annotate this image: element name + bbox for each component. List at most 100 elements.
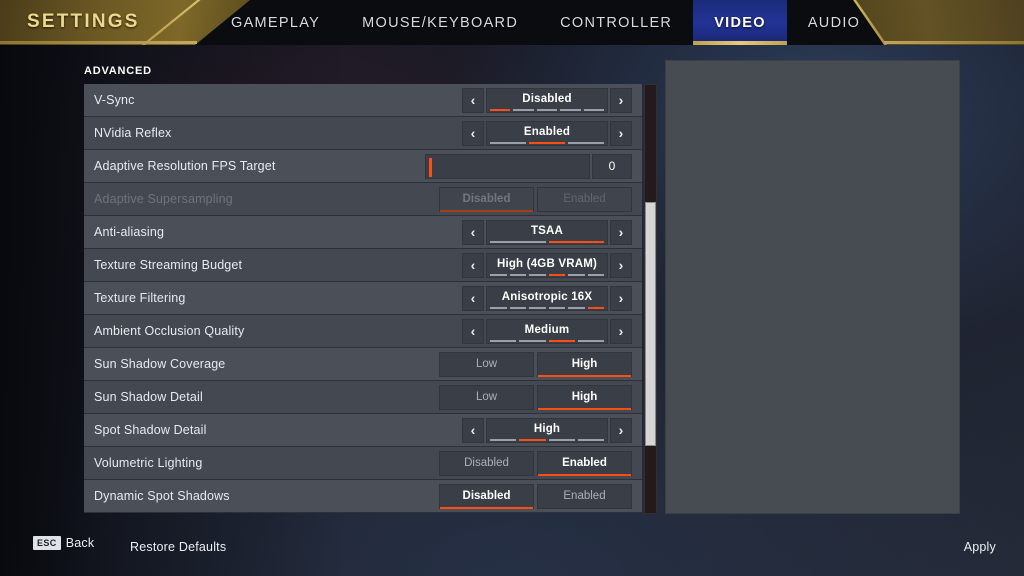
level-segment — [577, 438, 604, 441]
setting-row: Adaptive Resolution FPS Target 0 — [84, 150, 642, 183]
chevron-left-icon[interactable]: ‹ — [462, 120, 484, 146]
spinner-value: High (4GB VRAM) — [496, 257, 598, 270]
spinner-control: ‹ Disabled › — [462, 84, 642, 117]
toggle-option[interactable]: Enabled — [537, 450, 632, 476]
spinner-value-box[interactable]: Anisotropic 16X — [486, 285, 608, 311]
level-segment — [548, 438, 575, 441]
chevron-left-icon[interactable]: ‹ — [462, 285, 484, 311]
toggle-option[interactable]: High — [537, 384, 632, 410]
setting-label: Dynamic Spot Shadows — [94, 489, 230, 503]
chevron-right-icon[interactable]: › — [610, 87, 632, 113]
toggle-option[interactable]: Disabled — [439, 450, 534, 476]
toggle-option: Disabled — [439, 186, 534, 212]
level-segment — [490, 273, 507, 276]
level-segment — [490, 141, 526, 144]
slider-track[interactable] — [425, 153, 590, 179]
chevron-left-icon[interactable]: ‹ — [462, 417, 484, 443]
toggle-control: Disabled Enabled — [436, 480, 642, 513]
restore-defaults-button[interactable]: Restore Defaults — [130, 538, 226, 556]
toggle-option[interactable]: High — [537, 351, 632, 377]
tab-controller[interactable]: CONTROLLER — [539, 0, 693, 45]
setting-row: Spot Shadow Detail ‹ High › — [84, 414, 642, 447]
slider-value: 0 — [592, 153, 632, 179]
level-segment — [490, 240, 546, 243]
chevron-right-icon[interactable]: › — [610, 285, 632, 311]
tab-gameplay[interactable]: GAMEPLAY — [210, 0, 341, 45]
level-segment — [568, 306, 585, 309]
level-segment — [490, 438, 517, 441]
top-bar: SETTINGS GAMEPLAY MOUSE/KEYBOARD CONTROLLE… — [0, 0, 1024, 45]
level-segment — [509, 273, 526, 276]
chevron-left-icon[interactable]: ‹ — [462, 318, 484, 344]
tab-mouse-keyboard[interactable]: MOUSE/KEYBOARD — [341, 0, 539, 45]
tab-label: GAMEPLAY — [231, 14, 321, 31]
setting-row: Ambient Occlusion Quality ‹ Medium › — [84, 315, 642, 348]
spinner-value-box[interactable]: High (4GB VRAM) — [486, 252, 608, 278]
level-segment — [587, 273, 604, 276]
level-segments — [490, 141, 604, 144]
setting-row: NVidia Reflex ‹ Enabled › — [84, 117, 642, 150]
tab-video[interactable]: VIDEO — [693, 0, 787, 45]
settings-list: V-Sync ‹ Disabled › NVidia Reflex ‹ Enabled › Ad… — [84, 84, 642, 514]
slider-handle[interactable] — [429, 157, 432, 177]
toggle-option: Enabled — [537, 186, 632, 212]
slider-control: 0 — [425, 153, 642, 179]
chevron-left-icon[interactable]: ‹ — [462, 252, 484, 278]
spinner-value: Medium — [524, 323, 570, 336]
spinner-control: ‹ High (4GB VRAM) › — [462, 249, 642, 282]
level-segment — [548, 240, 604, 243]
level-segment — [519, 438, 546, 441]
level-segment — [577, 339, 604, 342]
setting-label: Sun Shadow Detail — [94, 390, 203, 404]
spinner-value-box[interactable]: Medium — [486, 318, 608, 344]
toggle-option[interactable]: Enabled — [537, 483, 632, 509]
setting-label: Texture Streaming Budget — [94, 258, 243, 272]
toggle-option[interactable]: Low — [439, 351, 534, 377]
chevron-right-icon[interactable]: › — [610, 417, 632, 443]
tab-label: VIDEO — [714, 14, 766, 31]
level-segment — [548, 339, 575, 342]
spinner-value-box[interactable]: TSAA — [486, 219, 608, 245]
chevron-right-icon[interactable]: › — [610, 252, 632, 278]
chevron-left-icon[interactable]: ‹ — [462, 219, 484, 245]
apply-button[interactable]: Apply — [964, 538, 996, 556]
level-segment — [519, 339, 546, 342]
section-header-advanced: ADVANCED — [84, 65, 152, 77]
toggle-option[interactable]: Low — [439, 384, 534, 410]
toggle-control: Disabled Enabled — [436, 447, 642, 480]
level-segment — [587, 306, 604, 309]
spinner-value-box[interactable]: Disabled — [486, 87, 608, 113]
setting-label: Texture Filtering — [94, 291, 186, 305]
back-button[interactable]: ESC Back — [33, 536, 94, 550]
spinner-control: ‹ High › — [462, 414, 642, 447]
level-segment — [490, 339, 517, 342]
level-segments — [490, 240, 604, 243]
chevron-right-icon[interactable]: › — [610, 219, 632, 245]
spinner-value: Disabled — [522, 92, 572, 105]
toggle-option[interactable]: Disabled — [439, 483, 534, 509]
setting-label: NVidia Reflex — [94, 126, 172, 140]
level-segment — [490, 306, 507, 309]
tab-audio[interactable]: AUDIO — [787, 0, 881, 45]
setting-label: Sun Shadow Coverage — [94, 357, 226, 371]
level-segment — [583, 108, 605, 111]
spinner-value-box[interactable]: Enabled — [486, 120, 608, 146]
level-segments — [490, 339, 604, 342]
spinner-control: ‹ Medium › — [462, 315, 642, 348]
scrollbar-thumb[interactable] — [645, 202, 656, 446]
level-segment — [548, 273, 565, 276]
chevron-right-icon[interactable]: › — [610, 120, 632, 146]
spinner-control: ‹ Anisotropic 16X › — [462, 282, 642, 315]
setting-row: Adaptive Supersampling Disabled Enabled — [84, 183, 642, 216]
spinner-control: ‹ Enabled › — [462, 117, 642, 150]
level-segment — [529, 273, 546, 276]
preview-panel — [665, 60, 960, 514]
setting-label: Volumetric Lighting — [94, 456, 203, 470]
spinner-value: TSAA — [530, 224, 564, 237]
esc-key-badge: ESC — [33, 536, 61, 550]
chevron-left-icon[interactable]: ‹ — [462, 87, 484, 113]
chevron-right-icon[interactable]: › — [610, 318, 632, 344]
setting-label: Anti-aliasing — [94, 225, 165, 239]
toggle-control: Disabled Enabled — [436, 183, 642, 216]
spinner-value-box[interactable]: High — [486, 417, 608, 443]
